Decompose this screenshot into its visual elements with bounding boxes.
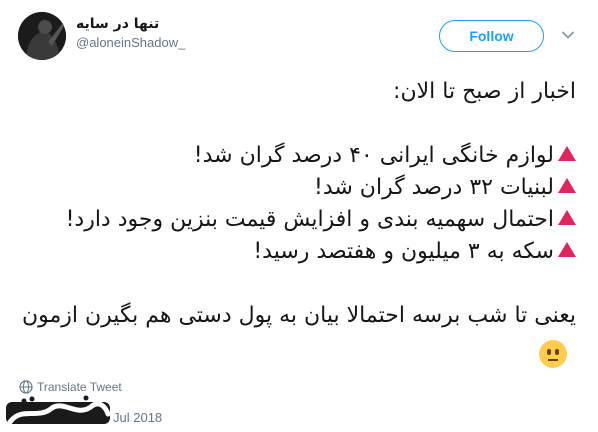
tweet-line-bullet: لبنیات ۳۲ درصد گران شد! (22, 172, 576, 204)
tweet-line-text: سکه به ۳ میلیون و هفتصد رسید! (253, 239, 554, 264)
tweet-line-text: لبنیات ۳۲ درصد گران شد! (314, 175, 554, 200)
tweet-line-bullet: احتمال سهمیه بندی و افزایش قیمت بنزین وج… (22, 204, 576, 236)
red-triangle-icon (558, 178, 576, 193)
emoji-eye (547, 349, 551, 355)
neutral-face-icon (539, 340, 567, 368)
emoji-eye (555, 349, 559, 355)
chevron-down-icon[interactable] (561, 28, 575, 42)
tweet-line-bullet: سکه به ۳ میلیون و هفتصد رسید! (22, 236, 576, 268)
site-watermark-logo (6, 395, 111, 425)
user-handle[interactable]: @aloneinShadow_ (76, 35, 185, 50)
emoji-mouth (548, 359, 558, 361)
user-info: تنها در سایه @aloneinShadow_ (76, 16, 185, 50)
timestamp-date: Jul 2018 (113, 410, 163, 425)
tweet-card: تنها در سایه @aloneinShadow_ Follow اخبا… (0, 0, 598, 432)
red-triangle-icon (558, 146, 576, 161)
tweet-line-text: لوازم خانگی ایرانی ۴۰ درصد گران شد! (193, 143, 554, 168)
tweet-line-text: احتمال سهمیه بندی و افزایش قیمت بنزین وج… (65, 207, 554, 232)
tweet-line-intro: اخبار از صبح تا الان: (22, 76, 576, 108)
red-triangle-icon (558, 210, 576, 225)
tweet-line-text: اخبار از صبح تا الان: (393, 79, 576, 104)
tweet-text: اخبار از صبح تا الان: لوازم خانگی ایرانی… (22, 76, 576, 332)
red-triangle-icon (558, 242, 576, 257)
tweet-line-bullet: لوازم خانگی ایرانی ۴۰ درصد گران شد! (22, 140, 576, 172)
follow-button[interactable]: Follow (439, 20, 544, 52)
display-name[interactable]: تنها در سایه (76, 16, 185, 32)
tweet-line-closing: یعنی تا شب برسه احتمالا بیان به پول دستی… (22, 300, 576, 332)
avatar[interactable] (18, 12, 66, 60)
tweet-line-text: یعنی تا شب برسه احتمالا بیان به پول دستی… (21, 303, 576, 328)
